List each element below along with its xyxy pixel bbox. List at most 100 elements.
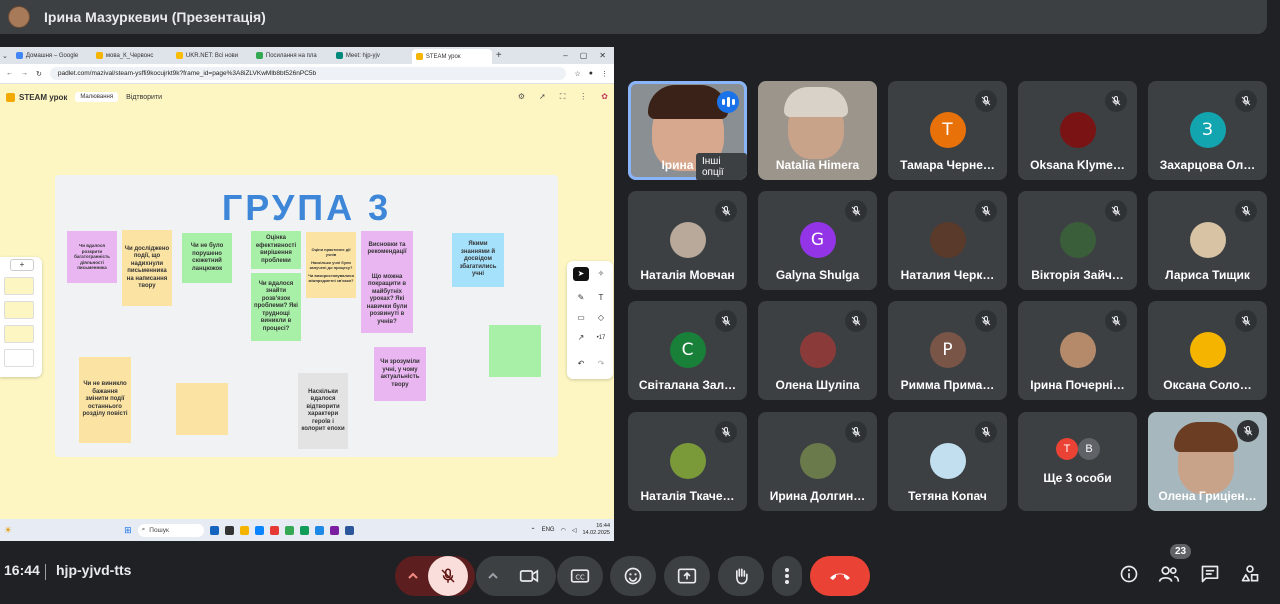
- sticky-note[interactable]: Чи вдалося розкрити багатогранність діял…: [67, 231, 117, 283]
- app-icon[interactable]: [239, 525, 249, 535]
- people-button[interactable]: [1157, 562, 1181, 586]
- pen-tool-icon[interactable]: ✎: [573, 291, 589, 305]
- slide-thumbnail[interactable]: [4, 277, 34, 295]
- participant-tile[interactable]: Т Тамара Черне…: [888, 81, 1007, 180]
- participant-tile[interactable]: Наталія Мовчан: [628, 191, 747, 290]
- language-indicator[interactable]: ENG: [542, 527, 555, 533]
- sticky-note-empty[interactable]: [176, 383, 228, 435]
- participant-tile[interactable]: Тетяна Копач: [888, 412, 1007, 511]
- sticky-note[interactable]: Чи вдалося знайти розв'язок проблеми? Як…: [251, 273, 301, 341]
- raise-hand-button[interactable]: [718, 556, 764, 596]
- activities-button[interactable]: [1238, 562, 1262, 586]
- sticky-note[interactable]: Оціни практичне дії учнів Наскільки учні…: [306, 232, 356, 298]
- menu-icon[interactable]: ⋮: [601, 70, 608, 78]
- app-icon[interactable]: [209, 525, 219, 535]
- video-options-button[interactable]: [476, 556, 510, 596]
- participant-tile[interactable]: С Світалана Зал…: [628, 301, 747, 400]
- app-icon[interactable]: [329, 525, 339, 535]
- browser-tab[interactable]: Домашня – Google: [12, 49, 92, 62]
- sticky-note[interactable]: Чи досліджено події, що надихнули письме…: [122, 230, 172, 306]
- taskbar-search[interactable]: ⌕ Пошук: [137, 523, 204, 537]
- minimize-icon[interactable]: –: [563, 51, 567, 60]
- select-tool-icon[interactable]: ➤: [573, 267, 589, 281]
- windows-start-icon[interactable]: ⊞: [124, 525, 132, 536]
- sticky-note-empty[interactable]: [489, 325, 541, 377]
- leave-call-button[interactable]: [810, 556, 870, 596]
- slide-thumbnail[interactable]: [4, 349, 34, 367]
- app-icon[interactable]: [344, 525, 354, 535]
- more-options-tooltip[interactable]: Інші опції: [696, 153, 747, 180]
- shape-tool-icon[interactable]: ◇: [593, 311, 609, 325]
- participant-tile[interactable]: Ирина Долгин…: [758, 412, 877, 511]
- app-icon[interactable]: [254, 525, 264, 535]
- captions-button[interactable]: CC: [557, 556, 603, 596]
- tab-menu-icon[interactable]: ⌄: [2, 52, 8, 60]
- new-tab-icon[interactable]: +: [496, 50, 502, 61]
- browser-tab[interactable]: мова_К_Червонс: [92, 49, 172, 62]
- participant-tile[interactable]: Олена Шуліпа: [758, 301, 877, 400]
- participant-tile[interactable]: Ірина Почерні…: [1018, 301, 1137, 400]
- participant-tile[interactable]: Оксана Соло…: [1148, 301, 1267, 400]
- reactions-button[interactable]: [610, 556, 656, 596]
- url-field[interactable]: padlet.com/mazival/steam-ysffi9kocujrkt9…: [49, 67, 567, 80]
- participant-tile[interactable]: Наталия Черк…: [888, 191, 1007, 290]
- app-icon[interactable]: [284, 525, 294, 535]
- browser-tab[interactable]: UKR.NET: Всі нови: [172, 49, 252, 62]
- back-icon[interactable]: ←: [6, 70, 13, 77]
- app-icon[interactable]: [299, 525, 309, 535]
- camera-toggle-button[interactable]: [509, 556, 549, 596]
- share-icon[interactable]: ➚: [539, 92, 546, 102]
- sticky-note[interactable]: Оцінка ефективності вирішення проблеми: [251, 231, 301, 269]
- sticky-note[interactable]: Висновки та рекомендації: [361, 231, 413, 267]
- close-icon[interactable]: ✕: [599, 51, 606, 60]
- settings-icon[interactable]: ⚙: [518, 92, 525, 102]
- fullscreen-icon[interactable]: ⛶: [560, 92, 566, 102]
- slide-thumbnail[interactable]: [4, 325, 34, 343]
- participant-tile[interactable]: З Захарцова Ол…: [1148, 81, 1267, 180]
- mic-toggle-button[interactable]: [428, 556, 468, 596]
- participant-tile[interactable]: Наталія Ткаче…: [628, 412, 747, 511]
- forward-icon[interactable]: →: [21, 70, 28, 77]
- sticky-note[interactable]: Якими знаннями й досвідом збагатились уч…: [452, 233, 504, 287]
- text-tool-icon[interactable]: T: [593, 291, 609, 305]
- app-icon[interactable]: [224, 525, 234, 535]
- undo-icon[interactable]: ↶: [573, 357, 589, 371]
- participant-tile[interactable]: Oksana Klyme…: [1018, 81, 1137, 180]
- participant-tile[interactable]: G Galyna Shulga: [758, 191, 877, 290]
- more-options-button[interactable]: [772, 556, 802, 596]
- participant-tile[interactable]: Ірина Ма Інші опції: [628, 81, 747, 180]
- weather-icon[interactable]: ☀: [4, 525, 12, 536]
- tray-chevron-icon[interactable]: ⌃: [531, 527, 536, 534]
- more-icon[interactable]: ⋮: [579, 92, 587, 102]
- app-icon[interactable]: [314, 525, 324, 535]
- reload-icon[interactable]: ↻: [36, 70, 42, 78]
- meeting-info-button[interactable]: [1117, 562, 1141, 586]
- add-slide-button[interactable]: +: [10, 259, 34, 271]
- browser-tab-active[interactable]: STEAM урок: [411, 49, 492, 64]
- note-tool-icon[interactable]: ▭: [573, 311, 589, 325]
- browser-tab[interactable]: Посилання на пла: [252, 49, 332, 62]
- taskbar-clock[interactable]: 16:44 14.02.2025: [582, 523, 610, 536]
- participant-tile[interactable]: Вікторія Зайч…: [1018, 191, 1137, 290]
- bookmark-icon[interactable]: ☆: [574, 70, 580, 78]
- chat-button[interactable]: [1198, 562, 1222, 586]
- participant-tile[interactable]: Олена Гриціен…: [1148, 412, 1267, 511]
- present-button[interactable]: [664, 556, 710, 596]
- open-link[interactable]: Відтворити: [126, 94, 162, 101]
- slide-thumbnail[interactable]: [4, 301, 34, 319]
- participant-tile[interactable]: Лариса Тищик: [1148, 191, 1267, 290]
- account-icon[interactable]: ✿: [601, 92, 608, 102]
- redo-icon[interactable]: ↷: [593, 357, 609, 371]
- maximize-icon[interactable]: ▢: [580, 51, 588, 60]
- sticky-note[interactable]: Чи зрозуміли учні, у чому актуальність т…: [374, 347, 426, 401]
- participant-tile[interactable]: Natalia Himera: [758, 81, 877, 180]
- app-icon[interactable]: [269, 525, 279, 535]
- mode-chip[interactable]: Малювання: [75, 92, 119, 102]
- sticky-note[interactable]: Наскільки вдалося відтворити характери г…: [298, 373, 348, 449]
- participant-tile[interactable]: Т В Ще 3 особи: [1018, 412, 1137, 511]
- sticky-note[interactable]: Чи не виникло бажання змінити події оста…: [79, 357, 131, 443]
- profile-icon[interactable]: ●: [589, 70, 593, 77]
- participant-tile[interactable]: Р Римма Прима…: [888, 301, 1007, 400]
- volume-icon[interactable]: ◁: [572, 527, 577, 534]
- arrow-tool-icon[interactable]: ↗: [573, 331, 589, 345]
